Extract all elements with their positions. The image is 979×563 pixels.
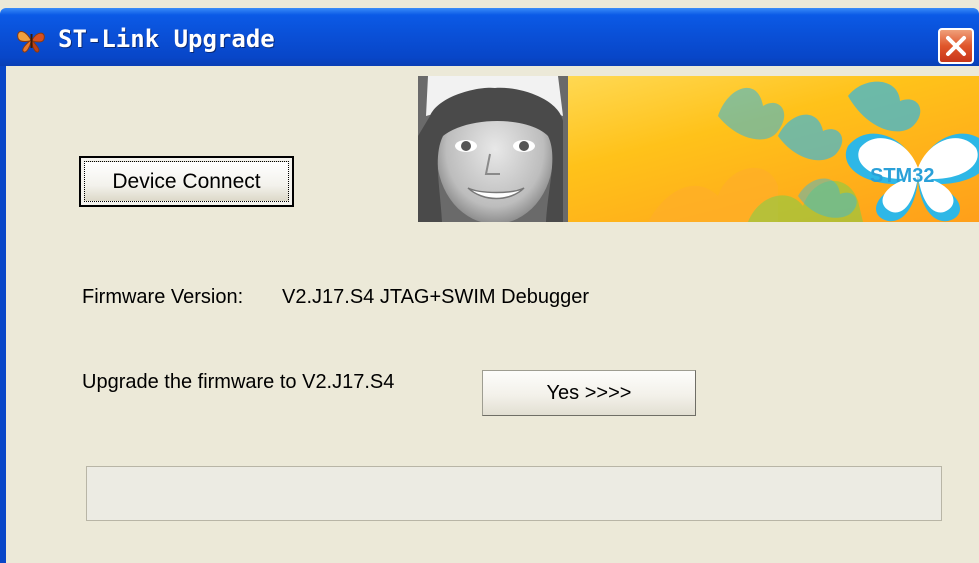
upgrade-progress-bar bbox=[86, 466, 942, 521]
device-connect-button[interactable]: Device Connect bbox=[79, 156, 294, 207]
stm32-banner: STM32 bbox=[418, 76, 979, 222]
firmware-version-label: Firmware Version: bbox=[82, 286, 244, 308]
st-link-upgrade-window: ST-Link Upgrade STM32 Device Connect Fir… bbox=[0, 0, 979, 563]
title-bar[interactable]: ST-Link Upgrade bbox=[0, 8, 979, 66]
banner-brand-text: STM32 bbox=[870, 165, 934, 187]
window-frame-left bbox=[0, 66, 6, 563]
butterfly-icon bbox=[17, 31, 45, 53]
close-button[interactable] bbox=[938, 28, 974, 64]
close-icon bbox=[946, 36, 966, 56]
window-title: ST-Link Upgrade bbox=[58, 25, 275, 53]
device-connect-label: Device Connect bbox=[84, 161, 289, 202]
yes-upgrade-button[interactable]: Yes >>>> bbox=[482, 370, 696, 416]
firmware-version-value: V2.J17.S4 JTAG+SWIM Debugger bbox=[282, 286, 589, 308]
upgrade-prompt-label: Upgrade the firmware to V2.J17.S4 bbox=[82, 371, 395, 393]
